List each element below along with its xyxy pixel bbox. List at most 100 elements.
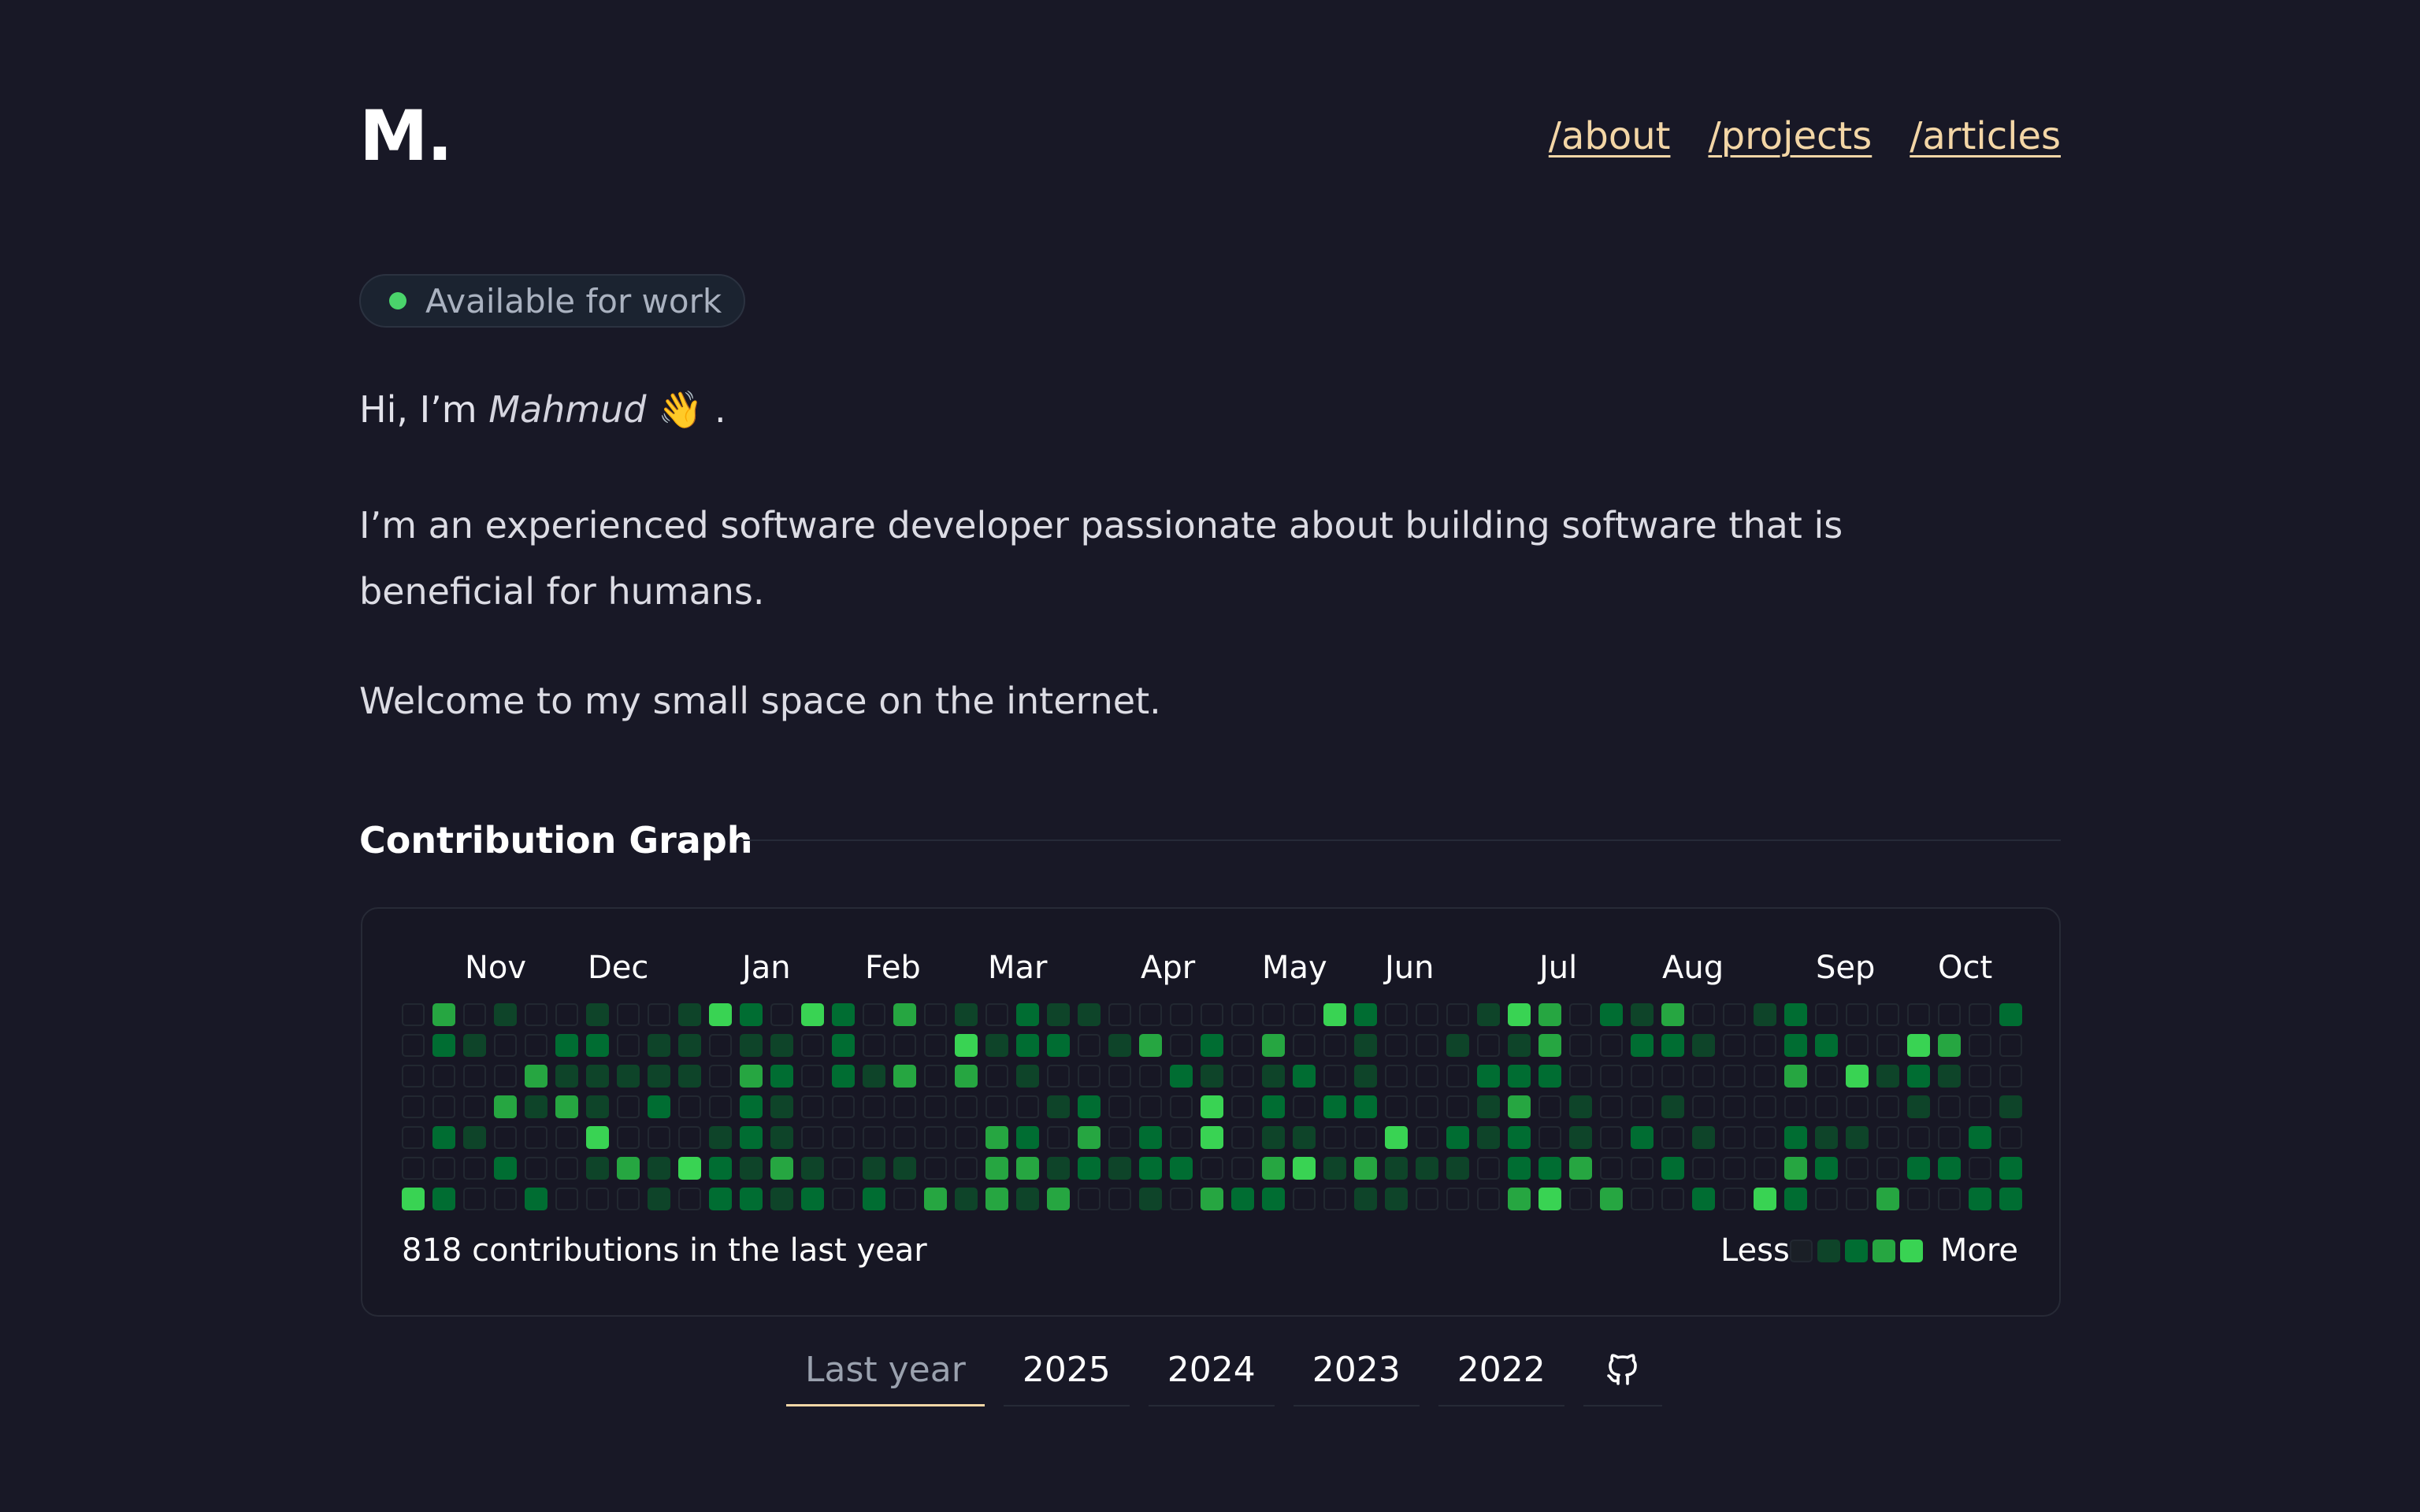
contribution-cell: [525, 1126, 547, 1149]
contribution-cell: [1262, 1095, 1285, 1118]
contribution-cell: [1354, 1157, 1377, 1180]
contribution-cell: [1569, 1034, 1592, 1057]
contribution-cell: [1999, 1126, 2022, 1149]
contribution-cell: [770, 1095, 793, 1118]
contribution-cell: [740, 1003, 763, 1026]
contribution-cell: [1969, 1157, 1991, 1180]
contribution-cell: [1538, 1034, 1561, 1057]
contribution-cell: [1477, 1003, 1500, 1026]
tab-2023[interactable]: 2023: [1293, 1334, 1420, 1406]
contribution-cell: [1723, 1034, 1746, 1057]
contribution-cell: [1969, 1188, 1991, 1210]
contribution-cell: [1293, 1095, 1316, 1118]
contribution-cell: [1477, 1065, 1500, 1088]
tab-2024[interactable]: 2024: [1148, 1334, 1275, 1406]
contribution-cell: [1323, 1126, 1346, 1149]
contribution-cell: [1876, 1065, 1899, 1088]
wave-emoji-icon: 👋: [658, 388, 703, 431]
contribution-cell: [494, 1188, 517, 1210]
contribution-cell: [740, 1034, 763, 1057]
contribution-cell: [893, 1095, 916, 1118]
contribution-cell: [1385, 1157, 1408, 1180]
contribution-cell: [1538, 1003, 1561, 1026]
contribution-cell: [1416, 1157, 1438, 1180]
contribution-cell: [1108, 1157, 1131, 1180]
contribution-cell: [1907, 1188, 1930, 1210]
graph-footer: 818 contributions in the last year Less …: [402, 1227, 2018, 1274]
contribution-cell: [586, 1065, 609, 1088]
contribution-cell: [770, 1065, 793, 1088]
contribution-cell: [555, 1034, 578, 1057]
github-link[interactable]: [1583, 1334, 1662, 1406]
contribution-cell: [525, 1188, 547, 1210]
contribution-cell: [985, 1003, 1008, 1026]
contribution-cell: [893, 1157, 916, 1180]
contribution-cell: [432, 1065, 455, 1088]
contribution-cell: [832, 1095, 855, 1118]
contribution-cell: [740, 1157, 763, 1180]
contribution-cell: [1139, 1003, 1162, 1026]
contribution-cell: [801, 1126, 824, 1149]
contribution-cell: [924, 1003, 947, 1026]
contribution-cell: [1016, 1095, 1039, 1118]
contribution-cell: [402, 1126, 425, 1149]
contribution-cell: [863, 1095, 885, 1118]
contribution-cell: [678, 1188, 701, 1210]
month-label: Oct: [1938, 950, 1993, 986]
availability-badge: Available for work: [359, 274, 745, 328]
contribution-cell: [770, 1034, 793, 1057]
contribution-cell: [832, 1188, 855, 1210]
site-logo[interactable]: M.: [359, 93, 453, 180]
contribution-cell: [1323, 1003, 1346, 1026]
contribution-cell: [1108, 1095, 1131, 1118]
tab-2022[interactable]: 2022: [1438, 1334, 1564, 1406]
contribution-cell: [1385, 1126, 1408, 1149]
contribution-cell: [1354, 1095, 1377, 1118]
nav-link-projects[interactable]: /projects: [1708, 109, 1872, 164]
contribution-cell: [1354, 1003, 1377, 1026]
month-label: Aug: [1662, 950, 1724, 986]
month-label: Feb: [865, 950, 921, 986]
nav-link-articles[interactable]: /articles: [1910, 109, 2061, 164]
contribution-cell: [1938, 1034, 1961, 1057]
contribution-cell: [1969, 1095, 1991, 1118]
contribution-cell: [1139, 1188, 1162, 1210]
contribution-cell: [617, 1003, 640, 1026]
contribution-cell: [1108, 1126, 1131, 1149]
month-label: Dec: [588, 950, 649, 986]
contribution-cell: [924, 1188, 947, 1210]
contribution-cell: [1385, 1003, 1408, 1026]
contribution-cell: [955, 1188, 978, 1210]
legend-swatch-level-0: [1789, 1239, 1813, 1262]
contribution-cell: [1876, 1188, 1899, 1210]
contribution-cell: [1538, 1188, 1561, 1210]
contribution-cell: [770, 1126, 793, 1149]
contribution-cell: [432, 1003, 455, 1026]
tab-last-year[interactable]: Last year: [786, 1334, 985, 1406]
month-label: Jul: [1539, 950, 1578, 986]
contribution-cell: [1508, 1034, 1531, 1057]
contribution-cell: [1631, 1034, 1654, 1057]
contribution-total: 818 contributions in the last year: [402, 1232, 927, 1269]
contribution-cell: [709, 1095, 732, 1118]
contribution-cell: [893, 1034, 916, 1057]
contribution-cell: [1784, 1095, 1807, 1118]
contribution-cell: [1569, 1126, 1592, 1149]
contribution-cell: [1047, 1126, 1070, 1149]
contribution-cell: [402, 1003, 425, 1026]
contribution-cell: [709, 1188, 732, 1210]
contribution-cell: [1354, 1065, 1377, 1088]
contribution-cell: [1876, 1095, 1899, 1118]
contribution-cell: [1293, 1188, 1316, 1210]
contribution-cell: [1170, 1003, 1193, 1026]
contribution-cell: [1446, 1157, 1469, 1180]
contribution-cell: [1262, 1065, 1285, 1088]
contribution-cell: [1631, 1095, 1654, 1118]
contribution-cell: [1170, 1095, 1193, 1118]
contribution-cell: [494, 1095, 517, 1118]
nav-link-about[interactable]: /about: [1549, 109, 1671, 164]
contribution-cell: [955, 1126, 978, 1149]
month-label: Nov: [465, 950, 527, 986]
tab-2025[interactable]: 2025: [1003, 1334, 1130, 1406]
contribution-cell: [1661, 1034, 1684, 1057]
